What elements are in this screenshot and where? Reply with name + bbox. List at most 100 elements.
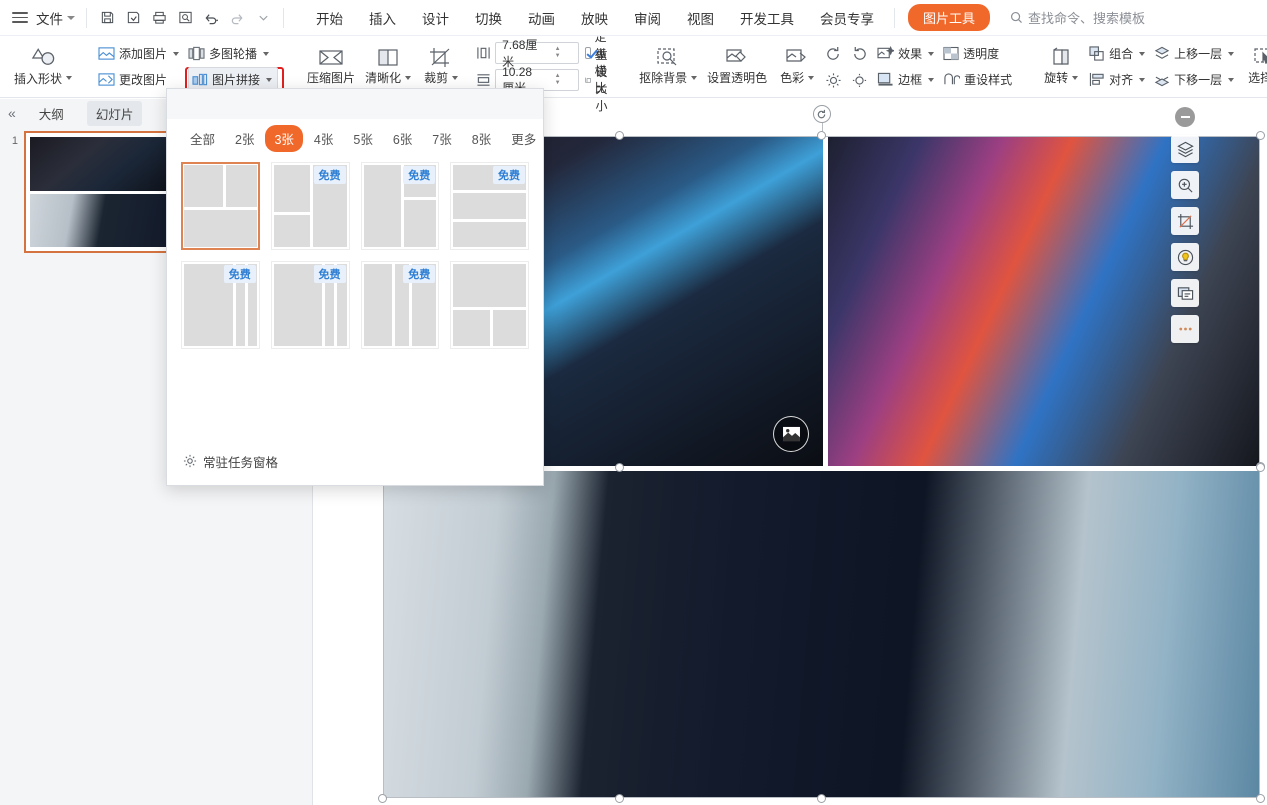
more-options-icon[interactable] [1171, 315, 1199, 343]
collapse-panel-icon[interactable]: « [8, 105, 16, 121]
thumb-image-1 [30, 137, 183, 191]
filter-more[interactable]: 更多 [502, 125, 545, 152]
transparency-icon [943, 46, 959, 61]
rotate-button[interactable]: 旋转 [1036, 45, 1086, 88]
set-transparent-color-icon [726, 49, 746, 62]
inner-handle-mid-right[interactable] [1256, 463, 1265, 472]
tab-insert[interactable]: 插入 [356, 2, 409, 34]
tab-start[interactable]: 开始 [303, 2, 356, 34]
filter-4[interactable]: 4张 [305, 125, 342, 152]
ribbon-group-color: 抠除背景 设置透明色 色彩 效果 边框 透明度 重设样式 [629, 38, 1023, 95]
reset-size-button[interactable]: 重设大小 [585, 48, 616, 113]
app-menu-icon[interactable] [12, 12, 28, 23]
bring-forward-icon [1154, 46, 1170, 59]
resize-handle-ne[interactable] [1256, 131, 1265, 140]
add-picture-button[interactable]: 添加图片 [95, 41, 185, 66]
effects-button[interactable]: 效果 [874, 41, 940, 66]
template-item-6[interactable]: 免费 [270, 261, 350, 349]
template-item-2[interactable]: 免费 [270, 162, 350, 250]
send-backward-icon [1154, 76, 1170, 87]
picture-frame-icon[interactable] [1171, 279, 1199, 307]
height-input[interactable]: 7.68厘米 ▲ ▼ [495, 38, 580, 69]
inner-handle-bottom[interactable] [615, 794, 624, 803]
layers-icon[interactable] [1171, 135, 1199, 163]
search-input[interactable]: 查找命令、搜索模板 [1010, 8, 1145, 27]
tab-member[interactable]: 会员专享 [807, 2, 887, 34]
undo-icon[interactable] [198, 5, 224, 31]
compress-picture-button[interactable]: 压缩图片 [302, 45, 360, 88]
tab-design[interactable]: 设计 [409, 2, 462, 34]
divider [283, 7, 284, 28]
tab-view[interactable]: 视图 [674, 2, 727, 34]
template-item-3[interactable]: 免费 [360, 162, 440, 250]
select-button[interactable]: 选择 [1240, 45, 1267, 88]
redo-icon[interactable] [224, 5, 250, 31]
set-transparent-color-button[interactable]: 设置透明色 [702, 45, 772, 88]
print-preview-icon[interactable] [172, 5, 198, 31]
file-menu-button[interactable]: 文件 [32, 5, 79, 31]
rotate-ccw-icon [854, 46, 866, 60]
inner-handle-top[interactable] [615, 131, 624, 140]
resize-handle-sw[interactable] [378, 794, 387, 803]
carousel-button[interactable]: 多图轮播 [185, 41, 284, 66]
pin-task-pane-button[interactable]: 常驻任务窗格 [183, 452, 278, 471]
customize-toolbar-icon[interactable] [250, 5, 276, 31]
width-spinner[interactable]: ▲ ▼ [539, 73, 576, 87]
template-item-8[interactable] [450, 261, 529, 349]
tab-slideshow[interactable]: 放映 [568, 2, 621, 34]
filter-all[interactable]: 全部 [181, 125, 224, 152]
brightness-down-button[interactable] [848, 67, 874, 92]
filter-6[interactable]: 6张 [384, 125, 421, 152]
border-button[interactable]: 边框 [874, 67, 940, 92]
collapse-minus-icon[interactable] [1175, 107, 1195, 127]
insert-shape-button[interactable]: 插入形状 [9, 45, 77, 89]
filter-2[interactable]: 2张 [226, 125, 263, 152]
remove-background-label: 抠除背景 [639, 69, 698, 86]
inner-handle-mid-left[interactable] [615, 463, 624, 472]
tab-picture-tools[interactable]: 图片工具 [908, 4, 991, 31]
zoom-in-icon[interactable] [1171, 171, 1199, 199]
save-icon[interactable] [94, 5, 120, 31]
lightbulb-icon[interactable] [1171, 243, 1199, 271]
brightness-up-button[interactable] [822, 67, 848, 92]
bring-forward-button[interactable]: 上移一层 [1151, 41, 1240, 66]
border-label: 边框 [898, 73, 923, 87]
height-spinner[interactable]: ▲ ▼ [539, 46, 576, 60]
resize-handle-se[interactable] [1256, 794, 1265, 803]
color-button[interactable]: 色彩 [772, 45, 822, 88]
tab-transition[interactable]: 切换 [462, 2, 515, 34]
sharpen-button[interactable]: 清晰化 [360, 45, 416, 88]
rotate-ccw-button[interactable] [848, 41, 874, 66]
template-item-1[interactable] [181, 162, 260, 250]
send-backward-button[interactable]: 下移一层 [1151, 67, 1240, 92]
template-item-5[interactable]: 免费 [181, 261, 260, 349]
align-button[interactable]: 对齐 [1086, 67, 1151, 92]
sidebar-tab-outline[interactable]: 大纲 [30, 101, 73, 126]
template-item-7[interactable]: 免费 [360, 261, 440, 349]
tab-animation[interactable]: 动画 [515, 2, 568, 34]
template-item-4[interactable]: 免费 [450, 162, 529, 250]
tab-developer[interactable]: 开发工具 [727, 2, 807, 34]
sharpen-label: 清晰化 [365, 69, 412, 86]
resize-handle-s[interactable] [816, 794, 826, 803]
tab-review[interactable]: 审阅 [621, 2, 674, 34]
remove-background-button[interactable]: 抠除背景 [634, 45, 702, 88]
print-icon[interactable] [146, 5, 172, 31]
filter-8[interactable]: 8张 [463, 125, 500, 152]
rotate-handle[interactable] [812, 105, 831, 123]
rotate-cw-button[interactable] [822, 41, 848, 66]
width-icon [477, 74, 490, 86]
resize-handle-n[interactable] [816, 131, 826, 140]
crop-icon[interactable] [1171, 207, 1199, 235]
filter-3[interactable]: 3张 [265, 125, 303, 152]
group-button[interactable]: 组合 [1086, 41, 1151, 66]
filter-5[interactable]: 5张 [344, 125, 381, 152]
remove-background-icon [656, 48, 677, 66]
crop-button[interactable]: 裁剪 [416, 45, 466, 88]
save-as-icon[interactable] [120, 5, 146, 31]
filter-7[interactable]: 7张 [423, 125, 460, 152]
reset-style-button[interactable]: 重设样式 [940, 67, 1018, 92]
ribbon-group-adjust: 压缩图片 清晰化 裁剪 [297, 38, 471, 95]
sidebar-tab-slides[interactable]: 幻灯片 [86, 100, 143, 126]
transparency-button[interactable]: 透明度 [940, 41, 1018, 66]
